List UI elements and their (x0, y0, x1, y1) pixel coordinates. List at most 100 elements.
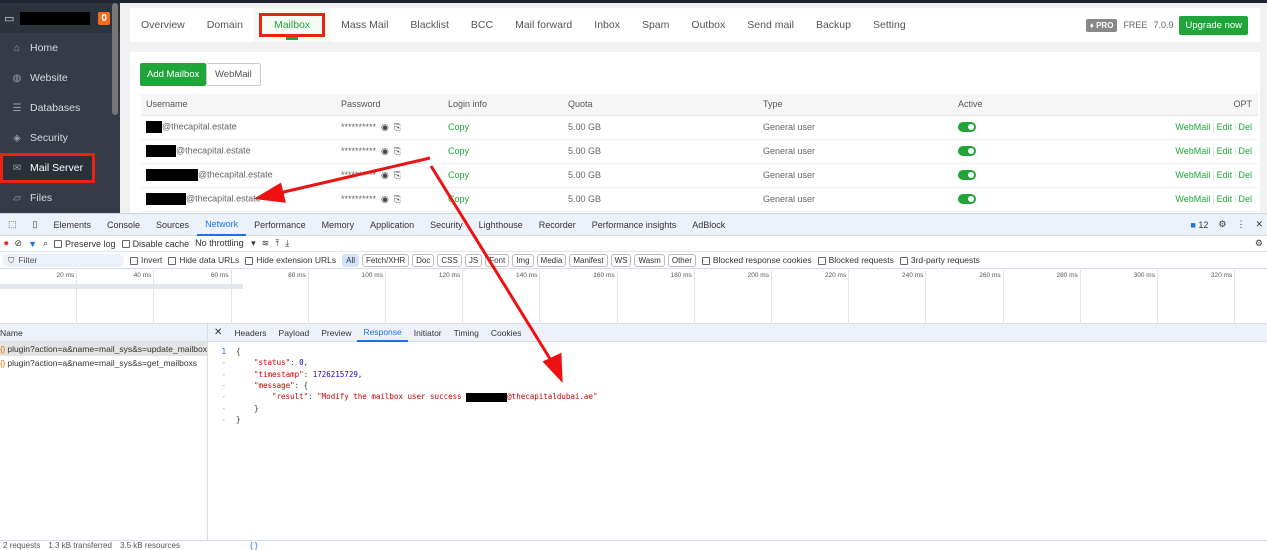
copy-login-link[interactable]: Copy (448, 170, 469, 180)
tab-mass-mail[interactable]: Mass Mail (330, 8, 399, 42)
tab-backup[interactable]: Backup (805, 8, 862, 42)
devtools-tab-performance-insights[interactable]: Performance insights (584, 214, 685, 236)
devtools-tab-console[interactable]: Console (99, 214, 148, 236)
hide-data-urls-checkbox[interactable]: Hide data URLs (168, 255, 239, 265)
copy-password-icon[interactable]: ⎘ (394, 194, 401, 204)
clear-icon[interactable]: ⊘ (15, 238, 23, 249)
sidebar-item-mail-server[interactable]: ✉ Mail Server (0, 153, 95, 183)
edit-link[interactable]: Edit (1217, 194, 1233, 204)
upgrade-button[interactable]: Upgrade now (1179, 15, 1248, 35)
webmail-link[interactable]: WebMail (1175, 122, 1210, 132)
webmail-link[interactable]: WebMail (1175, 170, 1210, 180)
show-password-icon[interactable]: ◉ (381, 170, 389, 180)
detail-tab-timing[interactable]: Timing (448, 324, 485, 342)
del-link[interactable]: Del (1238, 194, 1252, 204)
detail-tab-response[interactable]: Response (357, 324, 408, 342)
filter-icon[interactable]: ▼ (28, 239, 37, 249)
throttling-select[interactable]: No throttling ▾ (195, 238, 256, 249)
show-password-icon[interactable]: ◉ (381, 122, 389, 132)
tab-mailbox[interactable]: Mailbox (253, 8, 331, 42)
detail-tab-cookies[interactable]: Cookies (485, 324, 528, 342)
filter-chip-media[interactable]: Media (536, 253, 567, 267)
invert-checkbox[interactable]: Invert (130, 255, 162, 265)
more-icon[interactable]: ⋮ (1236, 219, 1245, 230)
disable-cache-checkbox[interactable]: Disable cache (121, 239, 189, 249)
copy-password-icon[interactable]: ⎘ (394, 146, 401, 156)
devtools-tab-network[interactable]: Network (197, 214, 247, 236)
filter-chip-fetch-xhr[interactable]: Fetch/XHR (362, 253, 410, 267)
tab-mail-forward[interactable]: Mail forward (504, 8, 583, 42)
name-column-header[interactable]: Name (0, 324, 207, 342)
sidebar-item-databases[interactable]: ☰ Databases (0, 93, 120, 123)
add-mailbox-button[interactable]: Add Mailbox (140, 63, 207, 86)
filter-chip-ws[interactable]: WS (610, 253, 632, 267)
devtools-tab-lighthouse[interactable]: Lighthouse (471, 214, 531, 236)
device-toggle-icon[interactable]: ▯ (25, 214, 46, 236)
del-link[interactable]: Del (1238, 122, 1252, 132)
tab-overview[interactable]: Overview (130, 8, 196, 42)
devtools-tab-sources[interactable]: Sources (148, 214, 197, 236)
hide-extension-urls-checkbox[interactable]: Hide extension URLs (245, 255, 336, 265)
devtools-tab-adblock[interactable]: AdBlock (684, 214, 733, 236)
devtools-tab-application[interactable]: Application (362, 214, 422, 236)
tab-inbox[interactable]: Inbox (583, 8, 631, 42)
filter-chip-all[interactable]: All (342, 253, 360, 267)
sidebar-item-website[interactable]: ◍ Website (0, 63, 120, 93)
blocked-cookies-checkbox[interactable]: Blocked response cookies (701, 255, 812, 265)
edit-link[interactable]: Edit (1217, 146, 1233, 156)
filter-chip-manifest[interactable]: Manifest (569, 253, 608, 267)
edit-link[interactable]: Edit (1217, 170, 1233, 180)
inspect-icon[interactable]: ⬚ (0, 214, 25, 236)
devtools-tab-memory[interactable]: Memory (314, 214, 363, 236)
close-detail-icon[interactable]: ✕ (208, 324, 228, 342)
tab-send-mail[interactable]: Send mail (736, 8, 805, 42)
show-password-icon[interactable]: ◉ (381, 194, 389, 204)
tab-outbox[interactable]: Outbox (680, 8, 736, 42)
devtools-tab-elements[interactable]: Elements (45, 214, 99, 236)
record-icon[interactable]: ⏺ (4, 238, 9, 249)
issues-counter[interactable]: ■ 12 (1190, 220, 1208, 230)
filter-chip-js[interactable]: JS (464, 253, 483, 267)
detail-tab-headers[interactable]: Headers (228, 324, 272, 342)
sidebar-item-security[interactable]: ◈ Security (0, 123, 120, 153)
third-party-checkbox[interactable]: 3rd-party requests (899, 255, 980, 265)
edit-link[interactable]: Edit (1217, 122, 1233, 132)
detail-tab-initiator[interactable]: Initiator (408, 324, 448, 342)
del-link[interactable]: Del (1238, 146, 1252, 156)
import-har-icon[interactable]: ⤒ (275, 238, 279, 249)
settings-icon[interactable]: ⚙ (1218, 219, 1226, 230)
blocked-requests-checkbox[interactable]: Blocked requests (817, 255, 894, 265)
request-row[interactable]: {} plugin?action=a&name=mail_sys&s=update… (0, 342, 207, 356)
detail-tab-preview[interactable]: Preview (315, 324, 357, 342)
filter-input[interactable]: ⛉ Filter (2, 253, 124, 267)
request-row[interactable]: {} plugin?action=a&name=mail_sys&s=get_ma… (0, 356, 207, 370)
active-toggle[interactable] (958, 194, 976, 205)
copy-login-link[interactable]: Copy (448, 146, 469, 156)
tab-domain[interactable]: Domain (196, 8, 254, 42)
active-toggle[interactable] (958, 122, 976, 133)
sidebar-scrollbar[interactable] (112, 3, 118, 115)
notification-badge[interactable]: 0 (98, 11, 110, 25)
sidebar-item-files[interactable]: ▱ Files (0, 183, 120, 213)
copy-password-icon[interactable]: ⎘ (394, 122, 401, 132)
close-icon[interactable]: ✕ (1255, 219, 1263, 230)
del-link[interactable]: Del (1238, 170, 1252, 180)
search-icon[interactable]: ⌕ (43, 238, 48, 249)
show-password-icon[interactable]: ◉ (381, 146, 389, 156)
copy-login-link[interactable]: Copy (448, 194, 469, 204)
sidebar-item-home[interactable]: ⌂ Home (0, 33, 120, 63)
detail-tab-payload[interactable]: Payload (273, 324, 316, 342)
webmail-link[interactable]: WebMail (1175, 146, 1210, 156)
active-toggle[interactable] (958, 146, 976, 157)
copy-password-icon[interactable]: ⎘ (394, 170, 401, 180)
filter-chip-css[interactable]: CSS (437, 253, 462, 267)
devtools-tab-security[interactable]: Security (422, 214, 471, 236)
devtools-tab-performance[interactable]: Performance (246, 214, 314, 236)
tab-spam[interactable]: Spam (631, 8, 680, 42)
network-timeline[interactable]: 20 ms 40 ms 60 ms 80 ms 100 ms 120 ms 140 ms 16… (0, 270, 1267, 324)
webmail-link[interactable]: WebMail (1175, 194, 1210, 204)
tab-bcc[interactable]: BCC (460, 8, 504, 42)
filter-chip-doc[interactable]: Doc (412, 253, 435, 267)
filter-chip-wasm[interactable]: Wasm (634, 253, 665, 267)
devtools-tab-recorder[interactable]: Recorder (531, 214, 584, 236)
